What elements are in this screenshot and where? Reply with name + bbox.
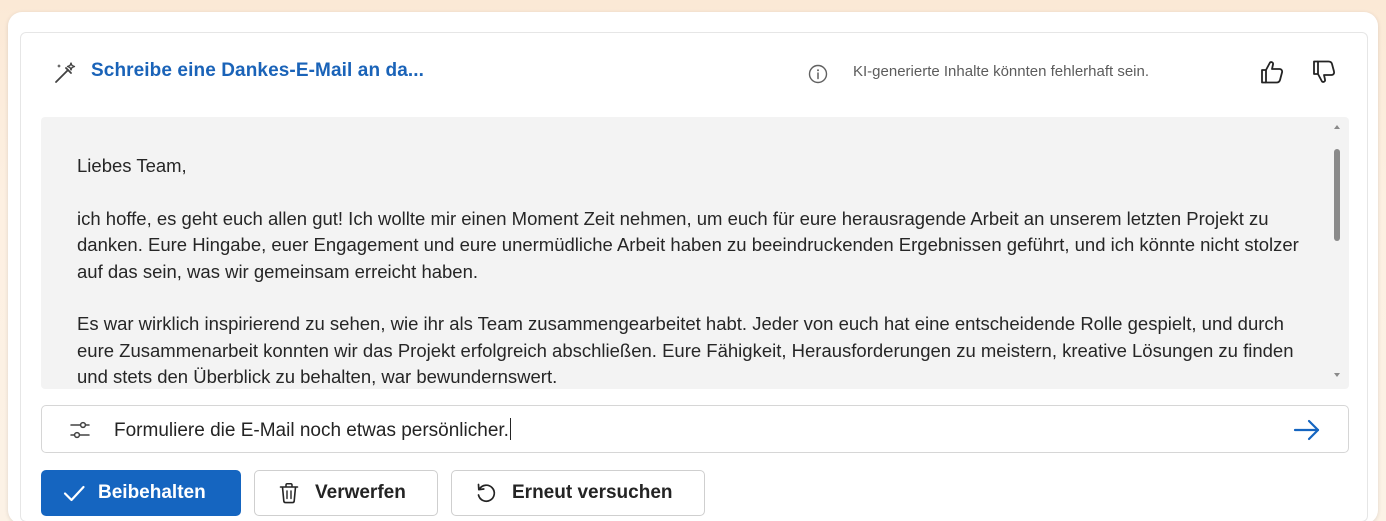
email-paragraph: Es war wirklich inspirierend zu sehen, w… (77, 313, 1294, 387)
copilot-draft-card: Schreibe eine Dankes-E-Mail an da... KI-… (8, 12, 1378, 521)
send-arrow-icon[interactable] (1292, 417, 1322, 443)
discard-button-label: Verwerfen (315, 482, 406, 503)
scroll-down-arrow-icon[interactable] (1332, 371, 1342, 379)
text-caret (509, 418, 511, 440)
draft-title[interactable]: Schreibe eine Dankes-E-Mail an da... (91, 60, 424, 82)
email-paragraph: ich hoffe, es geht euch allen gut! Ich w… (77, 207, 1299, 282)
email-body: Liebes Team, ich hoffe, es geht euch all… (77, 153, 1317, 389)
checkmark-icon (63, 485, 85, 502)
draft-header: Schreibe eine Dankes-E-Mail an da... KI-… (21, 33, 1367, 117)
draft-text-area[interactable]: Liebes Team, ich hoffe, es geht euch all… (41, 117, 1349, 389)
retry-icon (477, 483, 496, 503)
email-greeting: Liebes Team, (77, 155, 187, 176)
refine-prompt-value: Formuliere die E-Mail noch etwas persönl… (114, 420, 509, 441)
sliders-icon[interactable] (68, 418, 92, 442)
discard-button[interactable]: Verwerfen (254, 470, 438, 516)
vertical-scrollbar[interactable] (1331, 121, 1343, 385)
thumbs-up-icon[interactable] (1257, 57, 1287, 87)
refine-prompt-field[interactable]: Formuliere die E-Mail noch etwas persönl… (41, 405, 1349, 453)
ai-disclaimer: KI-generierte Inhalte könnten fehlerhaft… (853, 63, 1150, 80)
keep-button-label: Beibehalten (98, 482, 206, 503)
info-icon[interactable] (807, 63, 829, 85)
wand-icon (55, 62, 76, 83)
trash-icon (279, 483, 299, 504)
keep-button[interactable]: Beibehalten (41, 470, 241, 516)
thumbs-down-icon[interactable] (1309, 57, 1339, 87)
retry-button-label: Erneut versuchen (512, 482, 673, 503)
scroll-up-arrow-icon[interactable] (1332, 123, 1342, 131)
retry-button[interactable]: Erneut versuchen (451, 470, 705, 516)
refine-prompt-input[interactable]: Formuliere die E-Mail noch etwas persönl… (114, 418, 1264, 442)
draft-panel: Schreibe eine Dankes-E-Mail an da... KI-… (20, 32, 1368, 521)
scrollbar-thumb[interactable] (1334, 149, 1340, 241)
